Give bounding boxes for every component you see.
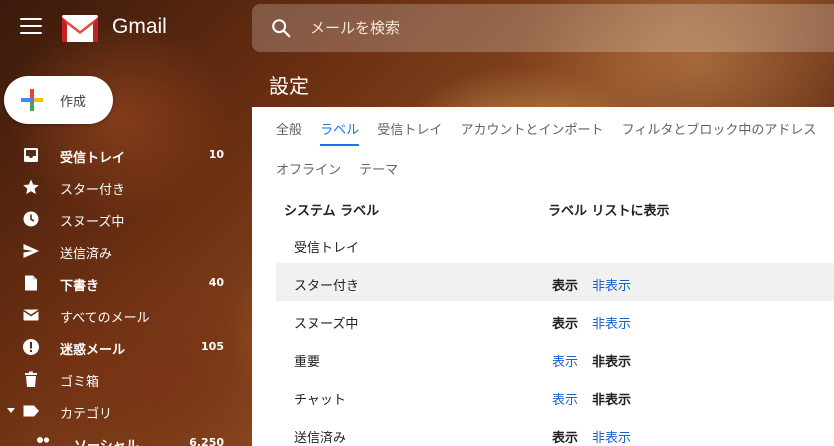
label-name: 受信トレイ	[294, 241, 360, 256]
hide-link[interactable]: 非表示	[592, 313, 631, 332]
unread-count: 105	[201, 340, 224, 353]
page-title: 設定	[269, 74, 309, 98]
sidebar-item-label: スヌーズ中	[60, 215, 125, 230]
column-header: ラベル リストに表示	[548, 204, 670, 219]
table-row: チャット 表示 非表示	[276, 377, 834, 415]
unread-count: 6,250	[189, 436, 224, 446]
sidebar-item-drafts[interactable]: 下書き 40	[0, 267, 236, 299]
top-bar: Gmail	[0, 0, 834, 58]
tab-accounts-import[interactable]: アカウントとインポート	[460, 119, 603, 144]
sidebar-item-snoozed[interactable]: スヌーズ中	[0, 203, 236, 235]
compose-label: 作成	[60, 95, 87, 110]
chevron-down-icon[interactable]	[7, 408, 15, 413]
sidebar-item-all-mail[interactable]: すべてのメール	[0, 299, 236, 331]
show-link[interactable]: 表示	[552, 389, 578, 408]
label-name: 送信済み	[294, 431, 347, 446]
column-header: システム ラベル	[284, 204, 380, 219]
hide-option: 非表示	[592, 393, 632, 408]
tab-general[interactable]: 全般	[276, 119, 302, 144]
table-row: 受信トレイ	[276, 225, 834, 263]
system-labels-table: システム ラベル ラベル リストに表示 受信トレイ スター付き 表示 非表示 ス…	[276, 189, 834, 446]
people-icon	[37, 437, 50, 443]
sidebar-item-label: 下書き	[60, 279, 100, 294]
show-option: 表示	[552, 317, 579, 332]
main-menu-icon[interactable]	[20, 18, 42, 38]
sidebar-item-label: ソーシャル	[74, 435, 139, 446]
table-header: システム ラベル ラベル リストに表示	[276, 189, 834, 225]
sidebar-item-label: 受信トレイ	[60, 151, 126, 166]
sidebar-item-label: カテゴリ	[60, 407, 113, 422]
sidebar-item-sent[interactable]: 送信済み	[0, 235, 236, 267]
sidebar-item-social[interactable]: ソーシャル 6,250	[0, 427, 236, 446]
sidebar-item-categories[interactable]: カテゴリ	[0, 395, 236, 427]
spam-alert-icon	[23, 339, 39, 355]
table-row: 重要 表示 非表示	[276, 339, 834, 377]
unread-count: 10	[208, 148, 224, 161]
plus-icon	[21, 89, 43, 111]
clock-icon	[23, 211, 39, 227]
tab-filters-blocked[interactable]: フィルタとブロック中のアドレス	[622, 119, 817, 144]
tab-inbox[interactable]: 受信トレイ	[377, 119, 442, 144]
settings-tabs-row2: オフライン テーマ	[276, 159, 412, 189]
table-row: スター付き 表示 非表示	[276, 263, 834, 301]
mail-icon	[23, 309, 39, 321]
show-option: 表示	[552, 279, 579, 294]
sidebar-item-label: ゴミ箱	[60, 375, 100, 390]
compose-button[interactable]: 作成	[4, 76, 113, 124]
trash-icon	[25, 371, 37, 387]
gmail-logo-icon[interactable]	[60, 12, 100, 44]
search-icon[interactable]	[270, 17, 292, 39]
label-name: チャット	[294, 393, 346, 408]
sidebar-item-label: すべてのメール	[60, 311, 150, 326]
settings-panel: 全般 ラベル 受信トレイ アカウントとインポート フィルタとブロック中のアドレス…	[252, 107, 834, 446]
table-row: スヌーズ中 表示 非表示	[276, 301, 834, 339]
sidebar-item-label: スター付き	[60, 183, 126, 198]
inbox-icon	[24, 148, 38, 162]
tab-offline[interactable]: オフライン	[276, 159, 341, 184]
sidebar-item-label: 迷惑メール	[60, 343, 126, 358]
tab-themes[interactable]: テーマ	[359, 159, 398, 184]
label-name: スヌーズ中	[294, 317, 359, 332]
search-input[interactable]	[310, 16, 710, 40]
sidebar-item-trash[interactable]: ゴミ箱	[0, 363, 236, 395]
label-name: 重要	[294, 355, 321, 370]
search-bar[interactable]	[252, 4, 834, 52]
send-icon	[23, 244, 39, 258]
sidebar-item-spam[interactable]: 迷惑メール 105	[0, 331, 236, 363]
show-link[interactable]: 表示	[552, 351, 578, 370]
hide-link[interactable]: 非表示	[592, 275, 631, 294]
unread-count: 40	[208, 276, 224, 289]
star-icon	[23, 179, 39, 195]
sidebar-item-starred[interactable]: スター付き	[0, 171, 236, 203]
hide-link[interactable]: 非表示	[592, 427, 631, 446]
sidebar-item-label: 送信済み	[60, 247, 113, 262]
hide-option: 非表示	[592, 355, 632, 370]
table-row: 送信済み 表示 非表示	[276, 415, 834, 446]
label-name: スター付き	[294, 279, 360, 294]
settings-tabs: 全般 ラベル 受信トレイ アカウントとインポート フィルタとブロック中のアドレス	[276, 119, 830, 149]
draft-file-icon	[25, 275, 37, 291]
label-tag-icon	[23, 405, 39, 417]
show-option: 表示	[552, 431, 579, 446]
sidebar-item-inbox[interactable]: 受信トレイ 10	[0, 139, 236, 171]
tab-labels[interactable]: ラベル	[320, 119, 360, 146]
app-name: Gmail	[112, 15, 167, 38]
sidebar-nav: 受信トレイ 10 スター付き スヌーズ中 送信済み 下書き 40 すべてのメール…	[0, 139, 236, 446]
